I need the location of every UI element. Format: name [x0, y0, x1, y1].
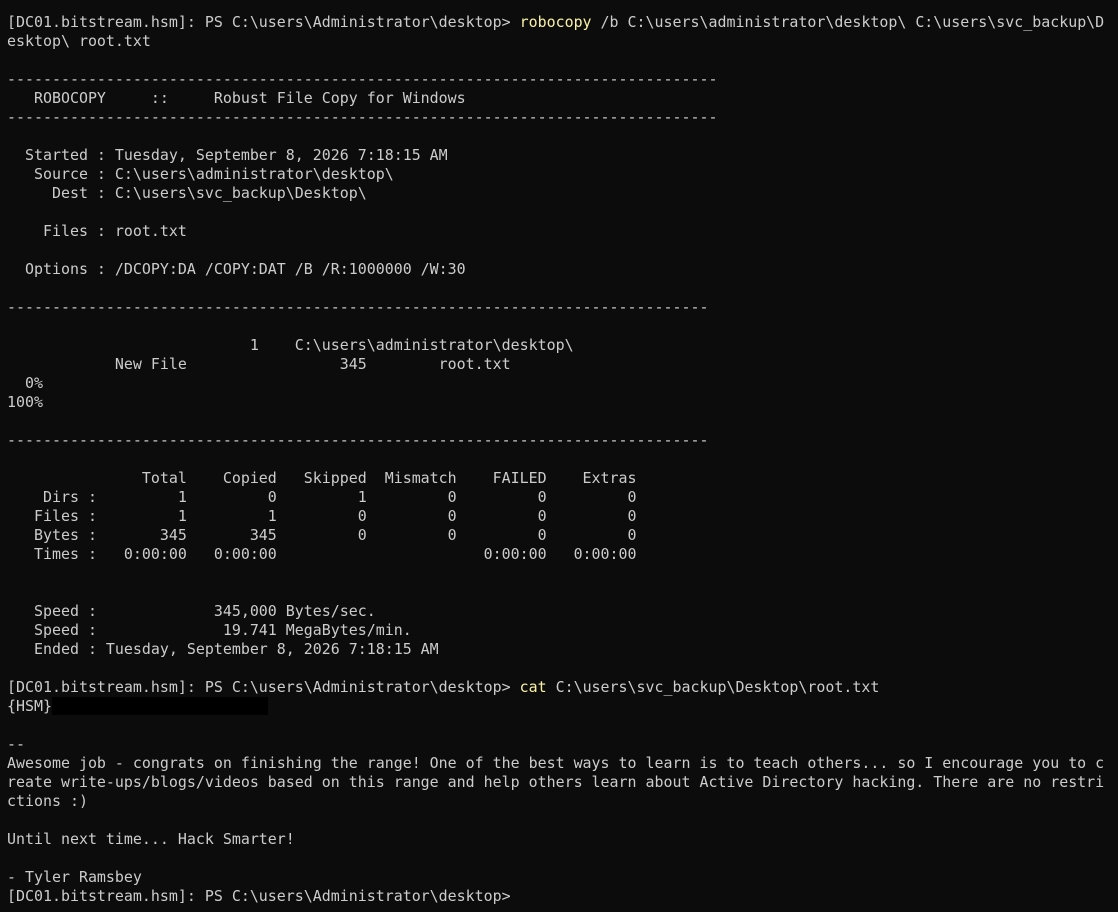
terminal-window[interactable]: [DC01.bitstream.hsm]: PS C:\users\Admini…	[0, 0, 1118, 912]
output-line: Total Copied Skipped Mismatch FAILED Ext…	[7, 469, 637, 487]
output-line: ----------------------------------------…	[7, 431, 709, 449]
output-line: - Tyler Ramsbey	[7, 868, 142, 886]
output-line: Bytes : 345 345 0 0 0 0	[7, 526, 637, 544]
output-line: Times : 0:00:00 0:00:00 0:00:00 0:00:00	[7, 545, 637, 563]
output-line: Ended : Tuesday, September 8, 2026 7:18:…	[7, 640, 439, 658]
output-line: Files : root.txt	[7, 222, 187, 240]
output-line: [DC01.bitstream.hsm]: PS C:\users\Admini…	[7, 887, 511, 905]
shell-prompt: [DC01.bitstream.hsm]: PS C:\users\Admini…	[7, 678, 520, 696]
output-line: ----------------------------------------…	[7, 108, 718, 126]
command-name: cat	[519, 678, 547, 696]
output-line: Speed : 19.741 MegaBytes/min.	[7, 621, 412, 639]
redacted-flag-bar	[51, 697, 268, 715]
output-line: --	[7, 735, 25, 753]
output-line: Speed : 345,000 Bytes/sec.	[7, 602, 376, 620]
output-line: 100%	[7, 393, 43, 411]
flag-prefix: {HSM}	[7, 697, 52, 715]
output-line: 0%	[7, 374, 43, 392]
output-line: Options : /DCOPY:DA /COPY:DAT /B /R:1000…	[7, 260, 466, 278]
shell-prompt: [DC01.bitstream.hsm]: PS C:\users\Admini…	[7, 13, 520, 31]
output-line: esktop\ root.txt	[7, 32, 151, 50]
output-line: Until next time... Hack Smarter!	[7, 830, 295, 848]
output-line: ctions :)	[7, 792, 88, 810]
command-args: C:\users\svc_backup\Desktop\root.txt	[546, 678, 880, 696]
command-name: robocopy	[519, 13, 592, 31]
command-args: /b C:\users\administrator\desktop\ C:\us…	[591, 13, 1105, 31]
output-line: Files : 1 1 0 0 0 0	[7, 507, 637, 525]
command-line: [DC01.bitstream.hsm]: PS C:\users\Admini…	[7, 678, 1118, 697]
output-line: ----------------------------------------…	[7, 70, 718, 88]
output-line: Started : Tuesday, September 8, 2026 7:1…	[7, 146, 448, 164]
output-line: Dirs : 1 0 1 0 0 0	[7, 488, 637, 506]
output-line: Dest : C:\users\svc_backup\Desktop\	[7, 184, 367, 202]
output-line: ----------------------------------------…	[7, 298, 709, 316]
command-line: [DC01.bitstream.hsm]: PS C:\users\Admini…	[7, 13, 1118, 32]
output-line: New File 345 root.txt	[7, 355, 511, 373]
output-line: 1 C:\users\administrator\desktop\	[7, 336, 574, 354]
flag-line: {HSM}	[7, 697, 1118, 716]
output-line: Source : C:\users\administrator\desktop\	[7, 165, 394, 183]
output-line: Awesome job - congrats on finishing the …	[7, 754, 1105, 772]
output-line: ROBOCOPY :: Robust File Copy for Windows	[7, 89, 466, 107]
output-line: reate write-ups/blogs/videos based on th…	[7, 773, 1105, 791]
